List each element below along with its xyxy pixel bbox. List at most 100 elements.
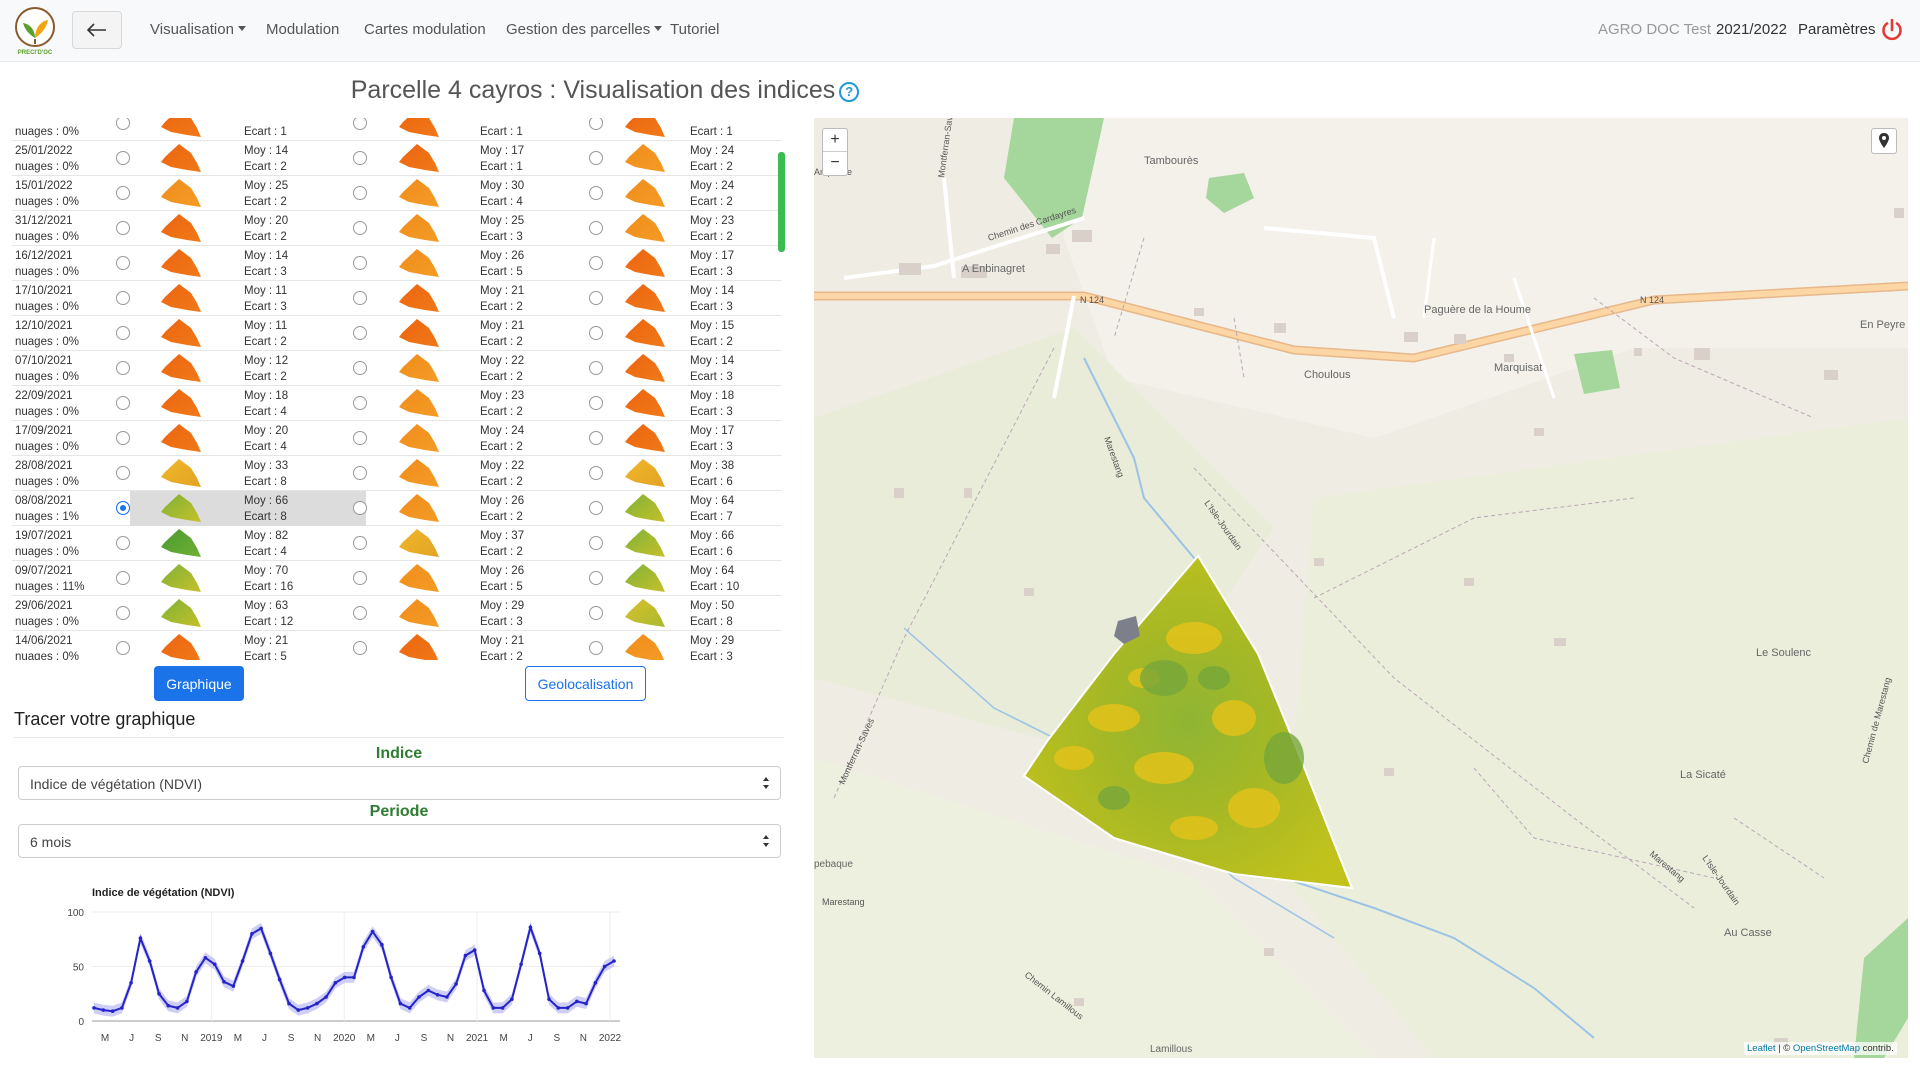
select-radio[interactable] [589, 118, 603, 130]
select-radio[interactable] [353, 221, 367, 235]
index-thumbnail[interactable] [621, 318, 671, 348]
select-radio[interactable] [116, 501, 130, 515]
index-thumbnail[interactable] [395, 493, 445, 523]
nav-cartes-modulation[interactable]: Cartes modulation [364, 21, 486, 38]
logo-icon[interactable]: PRECI'D'OC [12, 6, 58, 56]
select-radio[interactable] [589, 256, 603, 270]
select-radio[interactable] [353, 466, 367, 480]
ndvi-thumbnail[interactable] [157, 423, 207, 453]
index-thumbnail[interactable] [395, 423, 445, 453]
index-select[interactable]: Indice de végétation (NDVI) [18, 766, 781, 800]
settings-link[interactable]: Paramètres [1798, 21, 1876, 38]
power-icon[interactable] [1880, 18, 1904, 42]
index-thumbnail[interactable] [395, 318, 445, 348]
graph-button[interactable]: Graphique [154, 666, 244, 701]
ndvi-thumbnail[interactable] [157, 633, 207, 660]
select-radio[interactable] [116, 151, 130, 165]
zoom-in-button[interactable]: + [823, 129, 847, 152]
select-radio[interactable] [353, 606, 367, 620]
select-radio[interactable] [353, 291, 367, 305]
select-radio[interactable] [116, 396, 130, 410]
index-thumbnail[interactable] [621, 353, 671, 383]
select-radio[interactable] [353, 186, 367, 200]
select-radio[interactable] [116, 361, 130, 375]
index-thumbnail[interactable] [621, 598, 671, 628]
period-select[interactable]: 6 mois [18, 824, 781, 858]
map-view[interactable]: Tambourès Chemin des Cardayres A Enbinag… [814, 118, 1908, 1058]
ndvi-thumbnail[interactable] [157, 283, 207, 313]
select-radio[interactable] [589, 151, 603, 165]
nav-gestion-parcelles[interactable]: Gestion des parcelles [506, 21, 662, 38]
select-radio[interactable] [116, 606, 130, 620]
index-thumbnail[interactable] [621, 388, 671, 418]
ndvi-thumbnail[interactable] [157, 213, 207, 243]
select-radio[interactable] [116, 186, 130, 200]
season-selector[interactable]: 2021/2022 [1716, 21, 1787, 38]
select-radio[interactable] [353, 501, 367, 515]
select-radio[interactable] [589, 536, 603, 550]
select-radio[interactable] [116, 641, 130, 655]
select-radio[interactable] [353, 118, 367, 130]
index-thumbnail[interactable] [395, 388, 445, 418]
select-radio[interactable] [589, 361, 603, 375]
select-radio[interactable] [589, 291, 603, 305]
index-thumbnail[interactable] [395, 118, 445, 138]
select-radio[interactable] [353, 641, 367, 655]
nav-visualisation[interactable]: Visualisation [150, 21, 246, 38]
ndvi-thumbnail[interactable] [157, 493, 207, 523]
index-thumbnail[interactable] [621, 143, 671, 173]
select-radio[interactable] [353, 361, 367, 375]
index-thumbnail[interactable] [395, 283, 445, 313]
select-radio[interactable] [116, 571, 130, 585]
index-thumbnail[interactable] [621, 248, 671, 278]
back-button[interactable] [72, 11, 122, 49]
index-thumbnail[interactable] [621, 423, 671, 453]
index-thumbnail[interactable] [621, 528, 671, 558]
select-radio[interactable] [589, 571, 603, 585]
select-radio[interactable] [589, 501, 603, 515]
index-thumbnail[interactable] [621, 283, 671, 313]
select-radio[interactable] [589, 396, 603, 410]
select-radio[interactable] [589, 641, 603, 655]
select-radio[interactable] [589, 326, 603, 340]
geolocation-button[interactable]: Geolocalisation [525, 666, 646, 701]
ndvi-thumbnail[interactable] [157, 563, 207, 593]
index-thumbnail[interactable] [621, 213, 671, 243]
ndvi-thumbnail[interactable] [157, 118, 207, 138]
index-thumbnail[interactable] [395, 213, 445, 243]
select-radio[interactable] [116, 221, 130, 235]
select-radio[interactable] [353, 571, 367, 585]
select-radio[interactable] [116, 536, 130, 550]
index-thumbnail[interactable] [621, 118, 671, 138]
index-thumbnail[interactable] [395, 633, 445, 660]
select-radio[interactable] [353, 326, 367, 340]
ndvi-thumbnail[interactable] [157, 598, 207, 628]
select-radio[interactable] [353, 396, 367, 410]
index-thumbnail[interactable] [395, 598, 445, 628]
ndvi-thumbnail[interactable] [157, 178, 207, 208]
select-radio[interactable] [589, 466, 603, 480]
index-thumbnail[interactable] [621, 493, 671, 523]
index-thumbnail[interactable] [621, 458, 671, 488]
table-scrollbar[interactable] [778, 152, 785, 252]
index-thumbnail[interactable] [395, 458, 445, 488]
index-thumbnail[interactable] [395, 143, 445, 173]
index-thumbnail[interactable] [395, 528, 445, 558]
select-radio[interactable] [116, 256, 130, 270]
select-radio[interactable] [116, 466, 130, 480]
select-radio[interactable] [353, 256, 367, 270]
zoom-out-button[interactable]: − [823, 152, 847, 175]
ndvi-thumbnail[interactable] [157, 458, 207, 488]
index-thumbnail[interactable] [395, 563, 445, 593]
nav-tutoriel[interactable]: Tutoriel [670, 21, 719, 38]
select-radio[interactable] [589, 221, 603, 235]
select-radio[interactable] [353, 431, 367, 445]
index-thumbnail[interactable] [621, 563, 671, 593]
ndvi-thumbnail[interactable] [157, 528, 207, 558]
select-radio[interactable] [589, 186, 603, 200]
index-thumbnail[interactable] [621, 178, 671, 208]
index-thumbnail[interactable] [395, 248, 445, 278]
ndvi-thumbnail[interactable] [157, 353, 207, 383]
index-thumbnail[interactable] [395, 353, 445, 383]
select-radio[interactable] [116, 431, 130, 445]
